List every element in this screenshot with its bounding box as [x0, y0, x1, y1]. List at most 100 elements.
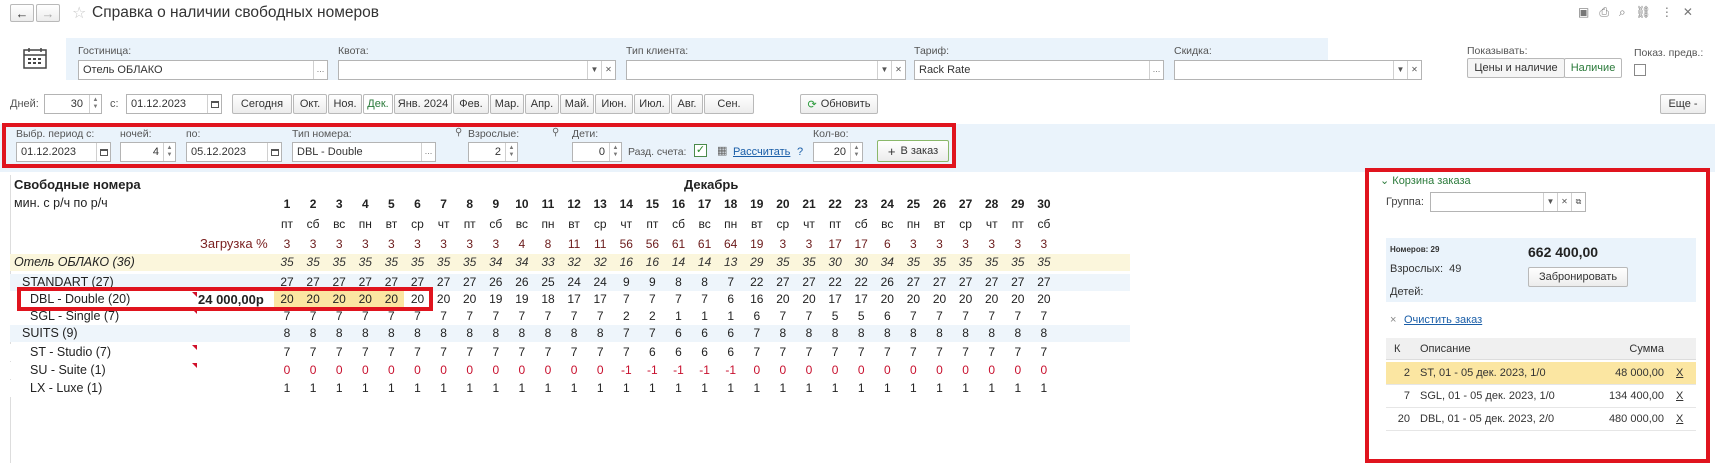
availability-cell[interactable]: 35	[900, 254, 926, 271]
availability-cell[interactable]: 7	[1031, 308, 1057, 325]
availability-cell[interactable]: 0	[457, 362, 483, 379]
availability-cell[interactable]: 0	[927, 362, 953, 379]
availability-cell[interactable]: 1	[718, 308, 744, 325]
availability-cell[interactable]: 1	[1031, 380, 1057, 397]
show-prev-checkbox[interactable]	[1634, 64, 1646, 76]
more-button[interactable]: Еще -	[1660, 94, 1706, 114]
availability-cell[interactable]: 34	[874, 254, 900, 271]
availability-cell[interactable]: 35	[796, 254, 822, 271]
availability-cell[interactable]: 7	[900, 308, 926, 325]
availability-cell[interactable]: 14	[692, 254, 718, 271]
availability-cell[interactable]: 8	[587, 325, 613, 342]
availability-cell[interactable]: 7	[796, 308, 822, 325]
hotel-field[interactable]: Отель ОБЛАКО…	[78, 60, 328, 80]
availability-cell[interactable]: 7	[483, 308, 509, 325]
availability-cell[interactable]: 18	[535, 291, 561, 308]
chevron-down-icon[interactable]: ▼	[1393, 61, 1407, 79]
availability-cell[interactable]: 27	[1031, 274, 1057, 291]
availability-cell[interactable]: 16	[613, 254, 639, 271]
availability-cell[interactable]: 16	[639, 254, 665, 271]
calendar-icon[interactable]	[207, 95, 221, 113]
availability-cell[interactable]: 1	[483, 380, 509, 397]
availability-cell[interactable]: 1	[927, 380, 953, 397]
availability-cell[interactable]: 26	[509, 274, 535, 291]
availability-cell[interactable]: 27	[979, 274, 1005, 291]
availability-cell[interactable]: 8	[378, 325, 404, 342]
cart-row[interactable]: 7 SGL, 01 - 05 дек. 2023, 1/0 134 400,00 X	[1386, 385, 1696, 408]
availability-cell[interactable]: 8	[666, 274, 692, 291]
availability-cell[interactable]: 7	[1005, 344, 1031, 361]
availability-cell[interactable]: 7	[509, 344, 535, 361]
availability-cell[interactable]: 0	[979, 362, 1005, 379]
availability-cell[interactable]: 7	[613, 291, 639, 308]
availability-cell[interactable]: 26	[874, 274, 900, 291]
availability-cell[interactable]: 0	[874, 362, 900, 379]
availability-cell[interactable]: 7	[953, 344, 979, 361]
availability-cell[interactable]: 1	[744, 380, 770, 397]
availability-cell[interactable]: 0	[848, 362, 874, 379]
row-name[interactable]: SU - Suite (1)	[30, 362, 106, 379]
availability-cell[interactable]: 7	[744, 344, 770, 361]
availability-cell[interactable]: 27	[457, 274, 483, 291]
row-name[interactable]: SUITS (9)	[22, 325, 78, 342]
availability-cell[interactable]: 7	[639, 291, 665, 308]
availability-cell[interactable]: 1	[639, 380, 665, 397]
back-button[interactable]: ←	[10, 4, 34, 22]
chevron-down-icon[interactable]: ▼	[587, 61, 601, 79]
availability-cell[interactable]: 5	[822, 308, 848, 325]
spin-icon[interactable]: ▲ ▼	[89, 95, 101, 113]
availability-cell[interactable]: 35	[326, 254, 352, 271]
month-button[interactable]: Ноя.	[328, 94, 362, 114]
forward-button[interactable]: →	[36, 4, 60, 22]
availability-cell[interactable]: 1	[770, 380, 796, 397]
availability-cell[interactable]: 35	[300, 254, 326, 271]
show-availability-button[interactable]: Наличие	[1564, 58, 1622, 78]
availability-cell[interactable]: 2	[613, 308, 639, 325]
availability-cell[interactable]: -1	[666, 362, 692, 379]
availability-cell[interactable]: 1	[666, 308, 692, 325]
availability-cell[interactable]: 20	[431, 291, 457, 308]
delete-item-button[interactable]: X	[1676, 367, 1683, 379]
availability-cell[interactable]: 16	[744, 291, 770, 308]
availability-cell[interactable]: 34	[483, 254, 509, 271]
availability-cell[interactable]: 35	[1005, 254, 1031, 271]
availability-cell[interactable]: 1	[405, 380, 431, 397]
availability-cell[interactable]: 1	[326, 380, 352, 397]
availability-cell[interactable]: 5	[848, 308, 874, 325]
availability-cell[interactable]: 1	[274, 380, 300, 397]
availability-cell[interactable]: 14	[666, 254, 692, 271]
availability-cell[interactable]: 20	[900, 291, 926, 308]
availability-cell[interactable]: 35	[979, 254, 1005, 271]
availability-cell[interactable]: 0	[770, 362, 796, 379]
availability-cell[interactable]: 8	[953, 325, 979, 342]
availability-cell[interactable]: 7	[352, 344, 378, 361]
availability-cell[interactable]: 7	[953, 308, 979, 325]
availability-cell[interactable]: 27	[770, 274, 796, 291]
availability-cell[interactable]: 35	[352, 254, 378, 271]
availability-cell[interactable]: 0	[274, 362, 300, 379]
availability-cell[interactable]: 8	[457, 325, 483, 342]
availability-cell[interactable]: 1	[1005, 380, 1031, 397]
availability-cell[interactable]: 33	[535, 254, 561, 271]
open-icon[interactable]: ⧉	[1571, 193, 1585, 211]
availability-cell[interactable]: 7	[587, 308, 613, 325]
availability-cell[interactable]: 7	[535, 344, 561, 361]
availability-cell[interactable]: 0	[483, 362, 509, 379]
availability-cell[interactable]: 17	[587, 291, 613, 308]
availability-cell[interactable]: 1	[431, 380, 457, 397]
delete-item-button[interactable]: X	[1676, 390, 1683, 402]
availability-cell[interactable]: 1	[509, 380, 535, 397]
availability-cell[interactable]: 8	[326, 325, 352, 342]
availability-cell[interactable]: 0	[822, 362, 848, 379]
availability-cell[interactable]: 17	[848, 291, 874, 308]
availability-cell[interactable]: 6	[692, 344, 718, 361]
availability-cell[interactable]: 27	[900, 274, 926, 291]
availability-cell[interactable]: 8	[1031, 325, 1057, 342]
availability-cell[interactable]: 32	[561, 254, 587, 271]
cart-row[interactable]: 2 ST, 01 - 05 дек. 2023, 1/0 48 000,00 X	[1386, 362, 1696, 385]
availability-cell[interactable]: 7	[561, 344, 587, 361]
availability-cell[interactable]: 8	[405, 325, 431, 342]
quota-field[interactable]: ▼ ✕	[338, 60, 616, 80]
availability-cell[interactable]: 7	[378, 344, 404, 361]
availability-cell[interactable]: 7	[405, 344, 431, 361]
